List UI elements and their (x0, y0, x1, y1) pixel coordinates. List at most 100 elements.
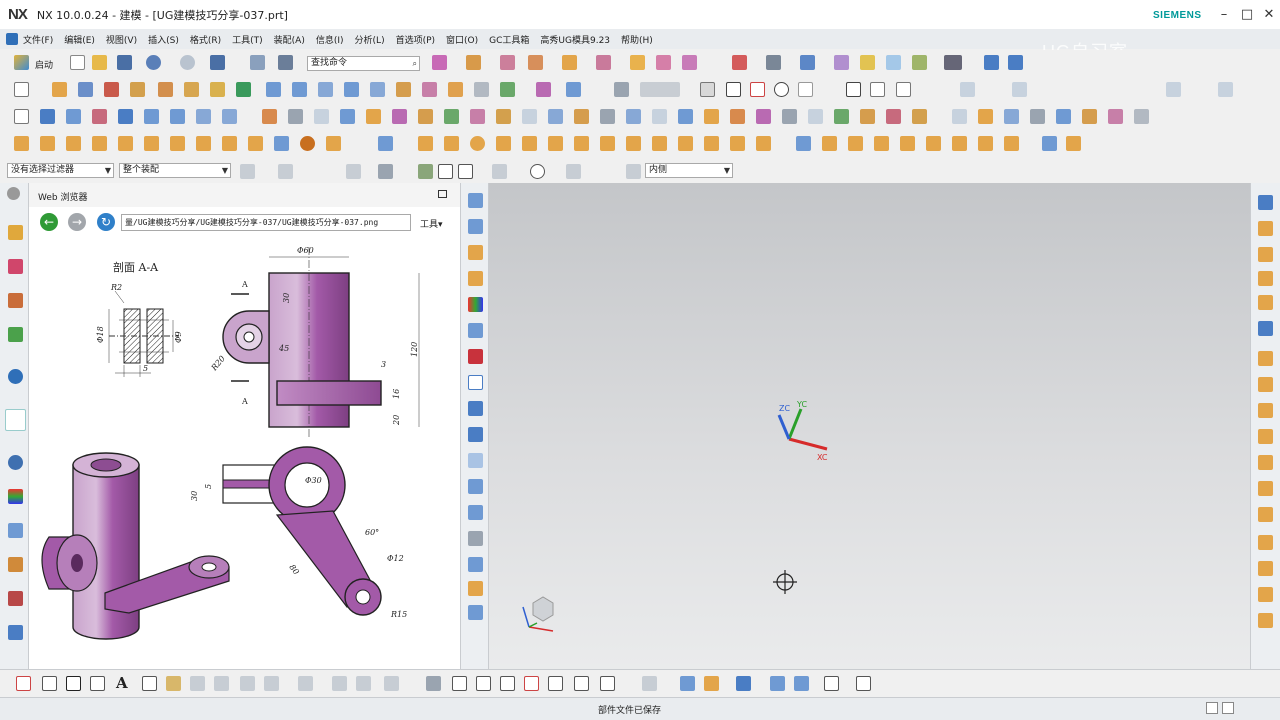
weld-icon[interactable] (730, 109, 745, 124)
assembly-navigator-icon[interactable] (8, 225, 23, 240)
rtool-icon-15[interactable] (1258, 561, 1273, 576)
perspective-icon[interactable] (912, 55, 927, 70)
fillet-icon[interactable] (798, 82, 813, 97)
trim-sheet-icon[interactable] (418, 109, 433, 124)
chamfer-tool-icon[interactable] (548, 676, 563, 691)
vtool-icon-11[interactable] (468, 453, 483, 468)
rtool-icon-16[interactable] (1258, 587, 1273, 602)
system-scene-icon[interactable] (8, 557, 23, 572)
vtool-icon-5[interactable] (468, 297, 483, 312)
process-studio-icon[interactable] (8, 591, 23, 606)
gc-icon-5[interactable] (118, 136, 133, 151)
rtool-icon-7[interactable] (1258, 351, 1273, 366)
label-chamfer-icon[interactable] (678, 109, 693, 124)
offset-face-icon[interactable] (266, 82, 281, 97)
rtool-icon-1[interactable] (1258, 195, 1273, 210)
app-menu-icon[interactable] (6, 33, 18, 45)
dimension-tool-icon-4[interactable] (770, 676, 785, 691)
rectangle-tool-icon[interactable] (66, 676, 81, 691)
vtool-icon-12[interactable] (468, 479, 483, 494)
menu-file[interactable]: 文件(F) (23, 33, 53, 46)
sphere-icon[interactable] (528, 55, 543, 70)
feature-group-icon[interactable] (40, 109, 55, 124)
redo-icon[interactable] (180, 55, 195, 70)
rtool-icon-8[interactable] (1258, 377, 1273, 392)
edge-blend-icon[interactable] (130, 82, 145, 97)
enlarge-icon[interactable] (496, 109, 511, 124)
dart-icon[interactable] (886, 109, 901, 124)
rtool-icon-6[interactable] (1258, 321, 1273, 336)
reuse-library-icon[interactable] (8, 327, 23, 342)
cooling-icon[interactable] (1030, 109, 1045, 124)
arc-tool-icon[interactable] (42, 676, 57, 691)
expression-icon[interactable] (536, 82, 551, 97)
hd3d-icon[interactable] (8, 369, 23, 384)
divide-face-icon[interactable] (522, 109, 537, 124)
rtool-icon-14[interactable] (1258, 535, 1273, 550)
mold-wizard-icon[interactable] (952, 109, 967, 124)
gc-icon-15[interactable] (418, 136, 433, 151)
groove-icon[interactable] (834, 109, 849, 124)
curve-tool-icon-9[interactable] (384, 676, 399, 691)
helix-icon[interactable] (142, 676, 157, 691)
render-style-icon[interactable] (766, 55, 781, 70)
snap-point-icon[interactable] (418, 164, 433, 179)
status-toggle-1[interactable] (1206, 702, 1218, 714)
menu-assembly[interactable]: 装配(A) (274, 33, 305, 46)
snap-intersect-icon[interactable] (566, 164, 581, 179)
dimension-tool-icon-7[interactable] (856, 676, 871, 691)
rtool-icon-5[interactable] (1258, 295, 1273, 310)
gc-icon-35[interactable] (952, 136, 967, 151)
sweep-icon[interactable] (66, 109, 81, 124)
gate-icon[interactable] (1056, 109, 1071, 124)
studio-spline-icon[interactable] (870, 82, 885, 97)
patch-icon[interactable] (474, 82, 489, 97)
open-file-icon[interactable] (92, 55, 107, 70)
selection-icon-1[interactable] (240, 164, 255, 179)
boss-icon[interactable] (656, 55, 671, 70)
selection-icon-4[interactable] (378, 164, 393, 179)
dimension-tool-icon-5[interactable] (794, 676, 809, 691)
slot-icon[interactable] (860, 109, 875, 124)
vtool-icon-10[interactable] (468, 427, 483, 442)
gc-icon-33[interactable] (900, 136, 915, 151)
layer-icon[interactable] (944, 55, 962, 70)
measure-icon[interactable] (566, 82, 581, 97)
gc-icon-14[interactable] (378, 136, 393, 151)
vtool-icon-15[interactable] (468, 557, 483, 572)
menu-insert[interactable]: 插入(S) (148, 33, 179, 46)
maximize-button[interactable]: □ (1240, 8, 1254, 22)
split-body-icon[interactable] (396, 82, 411, 97)
gc-icon-34[interactable] (926, 136, 941, 151)
gc-icon-38[interactable] (1042, 136, 1057, 151)
sew-icon[interactable] (448, 82, 463, 97)
polygon-tool-icon[interactable] (90, 676, 105, 691)
direct-sketch-icon[interactable] (14, 109, 29, 124)
line-tool-icon[interactable] (16, 676, 31, 691)
selection-filter-dropdown[interactable]: 没有选择过滤器 ▼ (7, 163, 114, 178)
history-icon[interactable] (8, 455, 23, 470)
fit-view-icon[interactable] (732, 55, 747, 70)
face-icon[interactable] (626, 164, 641, 179)
undo-icon[interactable] (146, 55, 161, 70)
rtool-icon-12[interactable] (1258, 481, 1273, 496)
runner-icon[interactable] (1082, 109, 1097, 124)
vtool-icon-17[interactable] (468, 605, 483, 620)
vtool-icon-3[interactable] (468, 245, 483, 260)
menu-gc-toolbox[interactable]: GC工具箱 (489, 33, 529, 46)
rtool-icon-2[interactable] (1258, 221, 1273, 236)
revolve-icon[interactable] (596, 55, 611, 70)
snap-option-dropdown[interactable]: 内侧 ▼ (645, 163, 733, 178)
save-all-icon[interactable] (210, 55, 225, 70)
project-curve-icon[interactable] (600, 676, 615, 691)
link-icon[interactable] (250, 55, 265, 70)
refresh-icon[interactable]: ↻ (97, 213, 115, 231)
gc-icon-9[interactable] (222, 136, 237, 151)
dimension-tool-icon-3[interactable] (736, 676, 751, 691)
electrode-icon[interactable] (1108, 109, 1123, 124)
gc-icon-1[interactable] (14, 136, 29, 151)
line-icon[interactable] (726, 82, 741, 97)
touch-mode-icon[interactable] (278, 55, 293, 70)
extend-sheet-icon[interactable] (444, 109, 459, 124)
dimension-tool-icon-2[interactable] (704, 676, 719, 691)
